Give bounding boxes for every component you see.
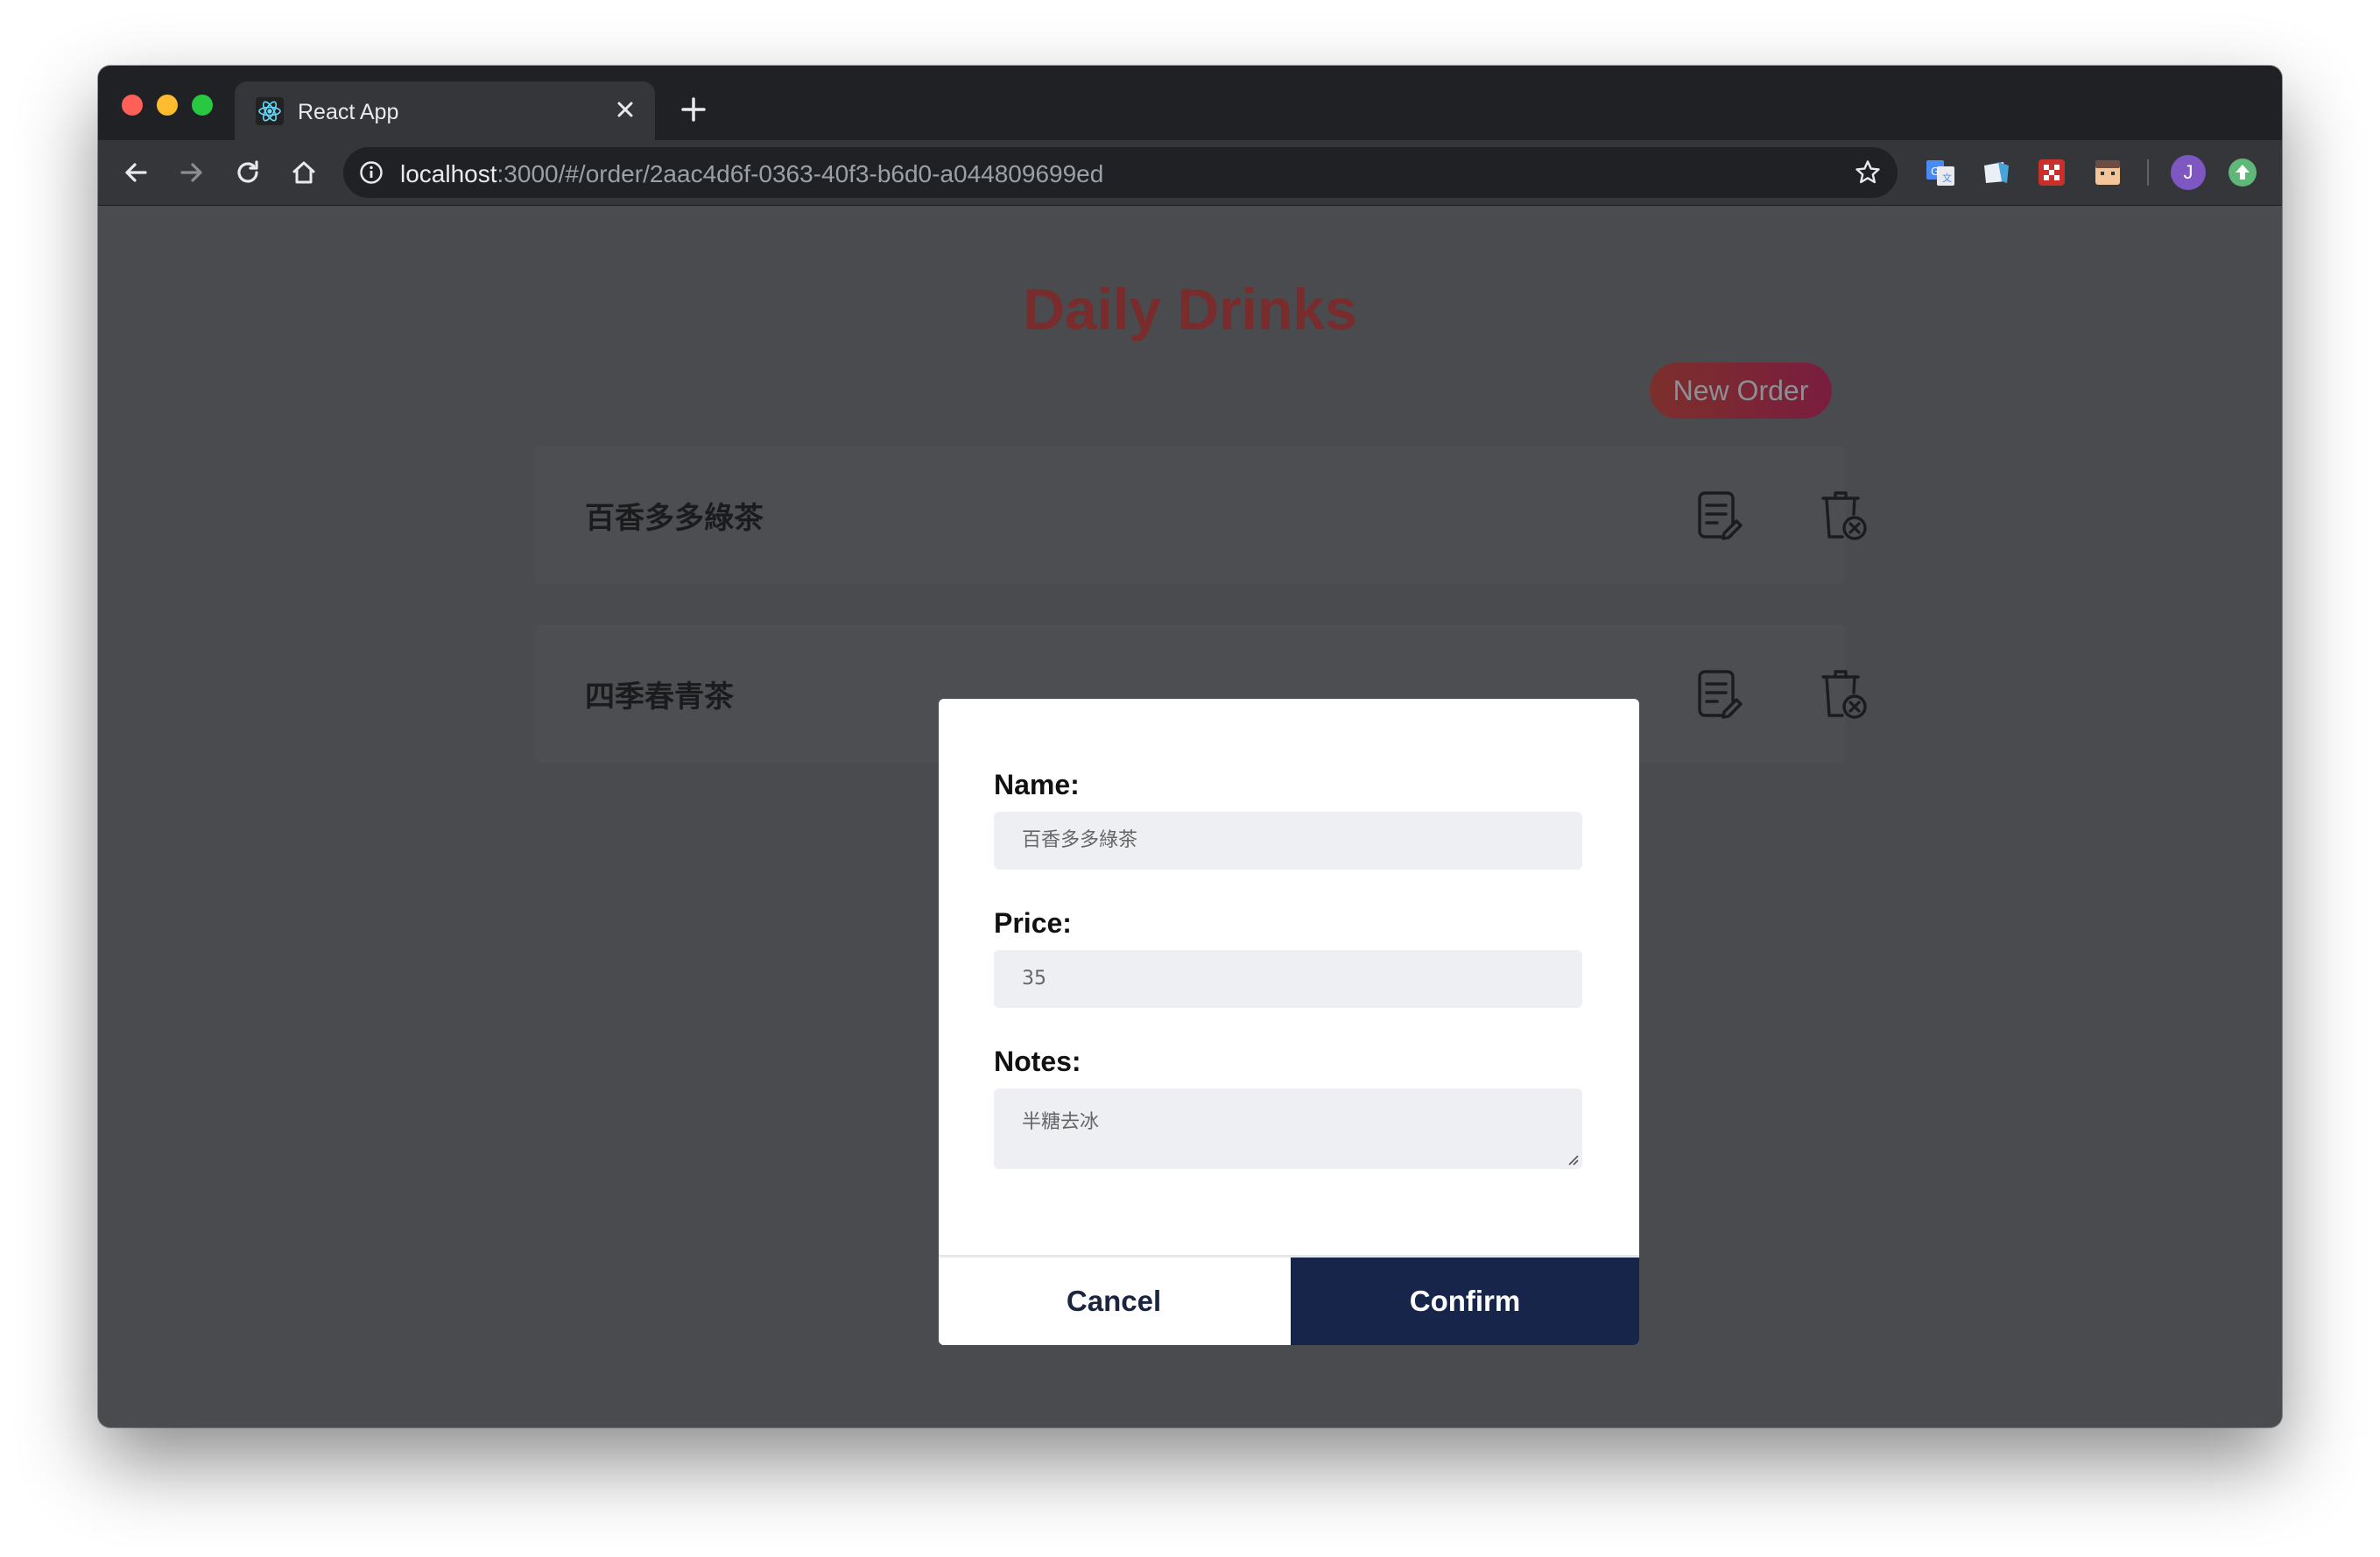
tab-strip: React App <box>98 66 2282 140</box>
notes-textarea[interactable]: 半糖去冰 <box>994 1088 1582 1169</box>
price-label: Price: <box>994 907 1072 939</box>
price-input[interactable]: 35 <box>994 950 1582 1008</box>
page-title: Daily Drinks <box>1023 277 1357 342</box>
bookmark-star-icon[interactable] <box>1854 159 1882 187</box>
order-name: 百香多多綠茶 <box>585 501 764 536</box>
page-content: Daily Drinks New Order 百香多多綠茶 四季春青茶 Name… <box>98 206 2282 1427</box>
react-icon <box>256 97 284 125</box>
delete-trash-icon[interactable] <box>1820 488 1869 544</box>
profile-avatar[interactable]: J <box>2171 155 2206 190</box>
url-text: localhost:3000/#/order/2aac4d6f-0363-40f… <box>400 160 1103 188</box>
zoom-window-button[interactable] <box>192 95 213 116</box>
minimize-window-button[interactable] <box>157 95 178 116</box>
name-input[interactable]: 百香多多綠茶 <box>994 812 1582 870</box>
cancel-button[interactable]: Cancel <box>939 1258 1289 1345</box>
forward-icon[interactable] <box>175 156 208 189</box>
svg-text:文: 文 <box>1942 172 1952 184</box>
face-extension-icon[interactable] <box>2092 157 2123 188</box>
translate-extension-icon[interactable]: G 文 <box>1925 157 1956 188</box>
modal-footer: Cancel Confirm <box>939 1255 1639 1345</box>
order-row: 百香多多綠茶 <box>534 446 1867 584</box>
new-order-button[interactable]: New Order <box>1650 363 1832 419</box>
address-bar[interactable]: localhost:3000/#/order/2aac4d6f-0363-40f… <box>343 147 1898 198</box>
browser-tab[interactable]: React App <box>235 81 655 140</box>
close-tab-icon[interactable] <box>609 94 641 125</box>
edit-document-icon[interactable] <box>1694 488 1743 544</box>
url-host: localhost <box>400 160 497 187</box>
pixel-extension-icon[interactable] <box>2036 157 2067 188</box>
reload-icon[interactable] <box>231 156 264 189</box>
home-icon[interactable] <box>287 156 320 189</box>
toolbar-separator <box>2147 159 2149 186</box>
delete-trash-icon[interactable] <box>1820 666 1869 722</box>
update-arrow-icon[interactable] <box>2228 158 2257 187</box>
back-icon[interactable] <box>119 156 152 189</box>
edit-order-modal: Name: 百香多多綠茶 Price: 35 Notes: 半糖去冰 Cance… <box>939 699 1639 1345</box>
new-tab-icon[interactable] <box>676 92 711 127</box>
confirm-button[interactable]: Confirm <box>1291 1258 1639 1345</box>
browser-window: React App localhost:3000/#/order/2aac4d6… <box>98 66 2282 1427</box>
svg-text:G: G <box>1931 166 1939 178</box>
order-name: 四季春青茶 <box>585 680 734 715</box>
notes-text: 半糖去冰 <box>1022 1111 1100 1133</box>
notes-label: Notes: <box>994 1046 1081 1077</box>
edit-document-icon[interactable] <box>1694 666 1743 722</box>
name-label: Name: <box>994 769 1080 800</box>
url-path: :3000/#/order/2aac4d6f-0363-40f3-b6d0-a0… <box>496 160 1104 187</box>
site-info-icon[interactable] <box>359 160 384 185</box>
close-window-button[interactable] <box>122 95 143 116</box>
resize-grip-icon[interactable] <box>1567 1153 1579 1166</box>
tab-title: React App <box>298 100 399 124</box>
browser-toolbar: localhost:3000/#/order/2aac4d6f-0363-40f… <box>98 140 2282 206</box>
screencast-extension-icon[interactable] <box>1981 157 2012 188</box>
